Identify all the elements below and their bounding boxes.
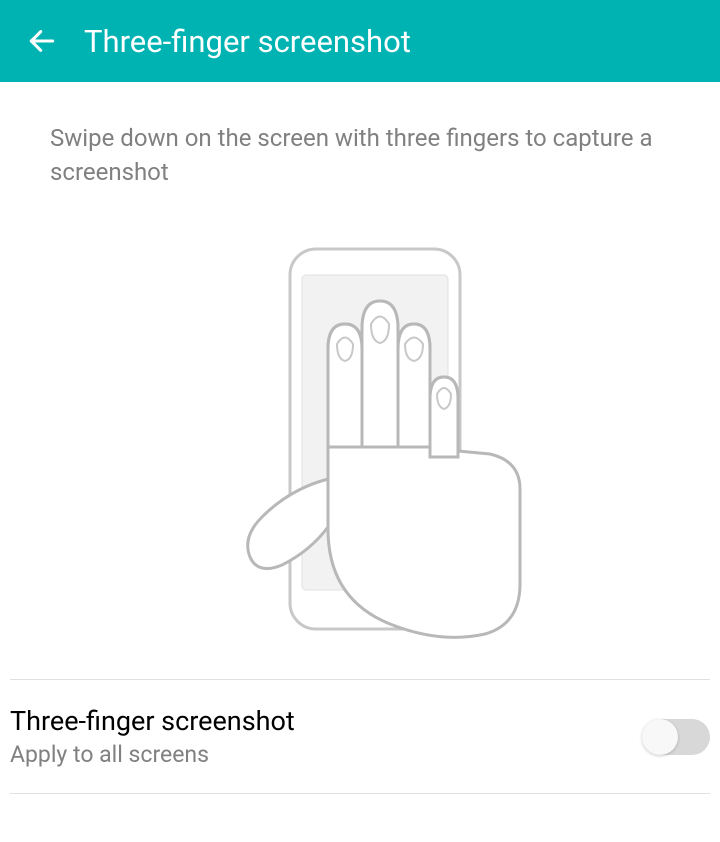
content: Swipe down on the screen with three fing…	[0, 82, 720, 659]
page-title: Three-finger screenshot	[84, 23, 411, 60]
gesture-illustration	[50, 219, 670, 659]
toggle-knob	[642, 719, 678, 755]
instruction-text: Swipe down on the screen with three fing…	[50, 122, 670, 189]
toggle-three-finger[interactable]	[642, 719, 710, 755]
setting-title: Three-finger screenshot	[10, 705, 642, 737]
header: Three-finger screenshot	[0, 0, 720, 82]
setting-row-three-finger[interactable]: Three-finger screenshot Apply to all scr…	[10, 680, 710, 793]
divider	[10, 793, 710, 794]
setting-subtitle: Apply to all screens	[10, 741, 642, 768]
back-arrow-icon	[26, 25, 58, 57]
setting-text: Three-finger screenshot Apply to all scr…	[10, 705, 642, 768]
back-button[interactable]	[20, 19, 64, 63]
hand-phone-icon	[190, 229, 530, 649]
